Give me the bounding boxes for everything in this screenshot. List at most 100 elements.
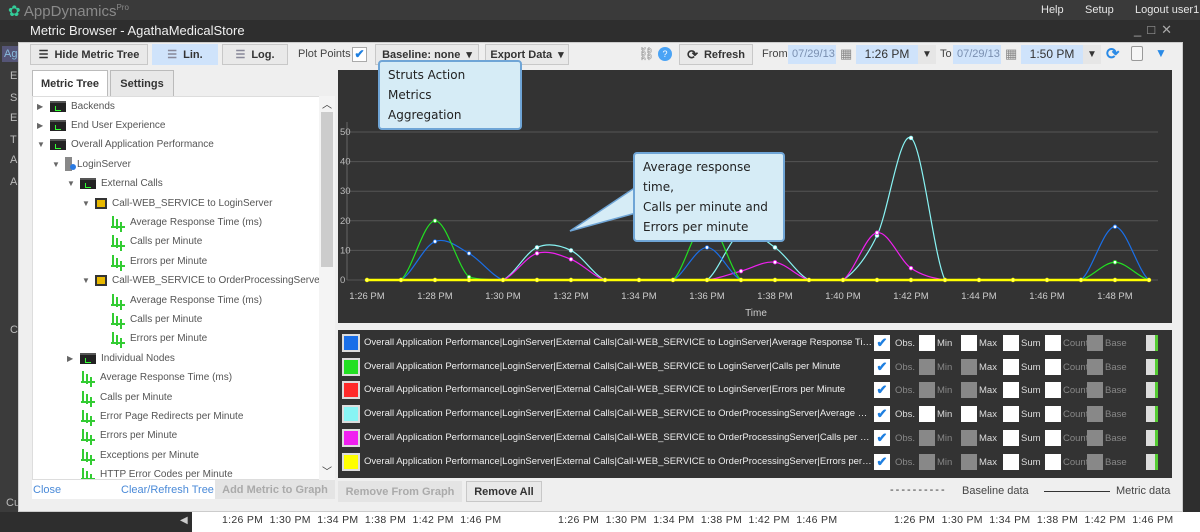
save-icon[interactable] <box>1131 46 1143 61</box>
from-time-dropdown-icon[interactable]: ▼ <box>918 45 936 64</box>
tree-node[interactable]: ▼ Call-WEB_SERVICE to LoginServer <box>82 194 272 212</box>
log-scale-button[interactable]: ☰ Log. <box>222 44 288 65</box>
tree-node[interactable]: ▶ Individual Nodes <box>67 349 175 367</box>
calendar-icon[interactable]: ▦ <box>840 46 852 62</box>
tree-node[interactable]: Calls per Minute <box>81 388 172 406</box>
help-link[interactable]: Help <box>1041 4 1064 16</box>
show-series-checkbox[interactable]: ✔ <box>874 335 890 351</box>
tree-node[interactable]: Errors per Minute <box>81 427 177 445</box>
expand-triangle-right-icon[interactable]: ▶ <box>37 102 45 111</box>
tree-node[interactable]: Errors per Minute <box>111 252 207 270</box>
expand-triangle-down-icon[interactable]: ▼ <box>82 199 90 208</box>
series-color-swatch[interactable] <box>342 452 360 471</box>
option-checkbox[interactable] <box>1087 429 1103 446</box>
sync-icon[interactable]: ⟳ <box>1106 44 1119 64</box>
series-color-swatch[interactable] <box>342 405 360 424</box>
expand-triangle-right-icon[interactable]: ▶ <box>37 121 45 130</box>
option-checkbox[interactable] <box>1045 382 1061 399</box>
show-series-checkbox[interactable]: ✔ <box>874 358 890 375</box>
option-checkbox[interactable] <box>1003 358 1019 375</box>
nav-item[interactable]: S <box>10 92 17 104</box>
option-checkbox[interactable] <box>919 429 935 446</box>
download-icon[interactable] <box>1146 453 1158 470</box>
close-icon[interactable]: ✕ <box>1161 22 1178 37</box>
plot-points-checkbox[interactable]: ✔ <box>352 47 367 62</box>
option-checkbox[interactable] <box>1003 429 1019 446</box>
series-color-swatch[interactable] <box>342 381 360 400</box>
refresh-button[interactable]: ⟳ Refresh <box>679 44 753 65</box>
show-series-checkbox[interactable]: ✔ <box>874 453 890 470</box>
show-series-checkbox[interactable]: ✔ <box>874 382 890 399</box>
expand-triangle-down-icon[interactable]: ▼ <box>82 276 90 285</box>
option-checkbox[interactable] <box>919 358 935 375</box>
tree-node[interactable]: ▶ Backends <box>37 97 115 115</box>
option-checkbox[interactable] <box>1045 406 1061 423</box>
option-checkbox[interactable] <box>1003 453 1019 470</box>
option-checkbox[interactable] <box>961 406 977 423</box>
tab-settings[interactable]: Settings <box>110 70 174 96</box>
to-time-input[interactable]: 1:50 PM <box>1021 45 1083 64</box>
option-checkbox[interactable] <box>1087 358 1103 375</box>
option-checkbox[interactable] <box>1087 382 1103 399</box>
option-checkbox[interactable] <box>1045 453 1061 470</box>
tree-node[interactable]: ▼ Overall Application Performance <box>37 136 214 154</box>
option-checkbox[interactable] <box>919 406 935 423</box>
hide-metric-tree-button[interactable]: ☰ Hide Metric Tree <box>30 44 148 65</box>
expand-triangle-down-icon[interactable]: ▼ <box>52 160 60 169</box>
option-checkbox[interactable] <box>1003 335 1019 351</box>
from-date-input[interactable]: 07/29/13 <box>788 45 836 64</box>
option-checkbox[interactable] <box>961 382 977 399</box>
scroll-left-icon[interactable]: ◀ <box>180 515 188 526</box>
nav-item[interactable]: E <box>10 70 17 82</box>
tree-scrollbar-thumb[interactable] <box>321 112 333 267</box>
option-checkbox[interactable] <box>1003 406 1019 423</box>
filter-icon[interactable]: ▼ <box>1155 46 1167 60</box>
tree-node[interactable]: ▼ LoginServer <box>52 155 131 173</box>
linear-scale-button[interactable]: ☰ Lin. <box>152 44 218 65</box>
nav-item[interactable]: E <box>10 112 17 124</box>
download-icon[interactable] <box>1146 382 1158 399</box>
clear-refresh-tree-link[interactable]: Clear/Refresh Tree <box>121 484 214 496</box>
option-checkbox[interactable] <box>1087 335 1103 351</box>
option-checkbox[interactable] <box>1087 406 1103 423</box>
tree-node[interactable]: ▶ End User Experience <box>37 116 166 134</box>
option-checkbox[interactable] <box>919 453 935 470</box>
tree-node[interactable]: Average Response Time (ms) <box>111 291 262 309</box>
option-checkbox[interactable] <box>1003 382 1019 399</box>
option-checkbox[interactable] <box>1045 335 1061 351</box>
setup-link[interactable]: Setup <box>1085 4 1114 16</box>
series-color-swatch[interactable] <box>342 428 360 447</box>
scroll-down-icon[interactable]: ﹀ <box>319 463 335 478</box>
minimize-icon[interactable]: _ <box>1134 22 1147 37</box>
nav-item[interactable]: A <box>10 154 17 166</box>
option-checkbox[interactable] <box>961 453 977 470</box>
from-time-input[interactable]: 1:26 PM <box>856 45 918 64</box>
maximize-icon[interactable]: □ <box>1147 22 1161 37</box>
expand-triangle-right-icon[interactable]: ▶ <box>67 354 75 363</box>
download-icon[interactable] <box>1146 358 1158 375</box>
tree-node[interactable]: ▼ Call-WEB_SERVICE to OrderProcessingServ… <box>82 272 323 290</box>
tree-node[interactable]: Calls per Minute <box>111 233 202 251</box>
remove-from-graph-button[interactable]: Remove From Graph <box>338 481 462 502</box>
series-color-swatch[interactable] <box>342 334 360 352</box>
download-icon[interactable] <box>1146 406 1158 423</box>
link-icon[interactable]: ⛓ <box>638 46 655 62</box>
to-date-input[interactable]: 07/29/13 <box>953 45 1001 64</box>
expand-triangle-down-icon[interactable]: ▼ <box>67 179 75 188</box>
close-link[interactable]: Close <box>33 484 61 496</box>
nav-item[interactable]: T <box>10 134 17 146</box>
to-time-dropdown-icon[interactable]: ▼ <box>1083 45 1101 64</box>
download-icon[interactable] <box>1146 335 1158 351</box>
remove-all-button[interactable]: Remove All <box>466 481 542 502</box>
nav-item[interactable]: A <box>10 176 17 188</box>
series-color-swatch[interactable] <box>342 357 360 376</box>
tree-node[interactable]: Average Response Time (ms) <box>81 369 232 387</box>
option-checkbox[interactable] <box>919 382 935 399</box>
show-series-checkbox[interactable]: ✔ <box>874 406 890 423</box>
download-icon[interactable] <box>1146 429 1158 446</box>
expand-triangle-down-icon[interactable]: ▼ <box>37 140 45 149</box>
tree-node[interactable]: ▼ External Calls <box>67 175 163 193</box>
option-checkbox[interactable] <box>961 429 977 446</box>
option-checkbox[interactable] <box>961 358 977 375</box>
add-metric-to-graph-button[interactable]: Add Metric to Graph <box>215 480 335 499</box>
